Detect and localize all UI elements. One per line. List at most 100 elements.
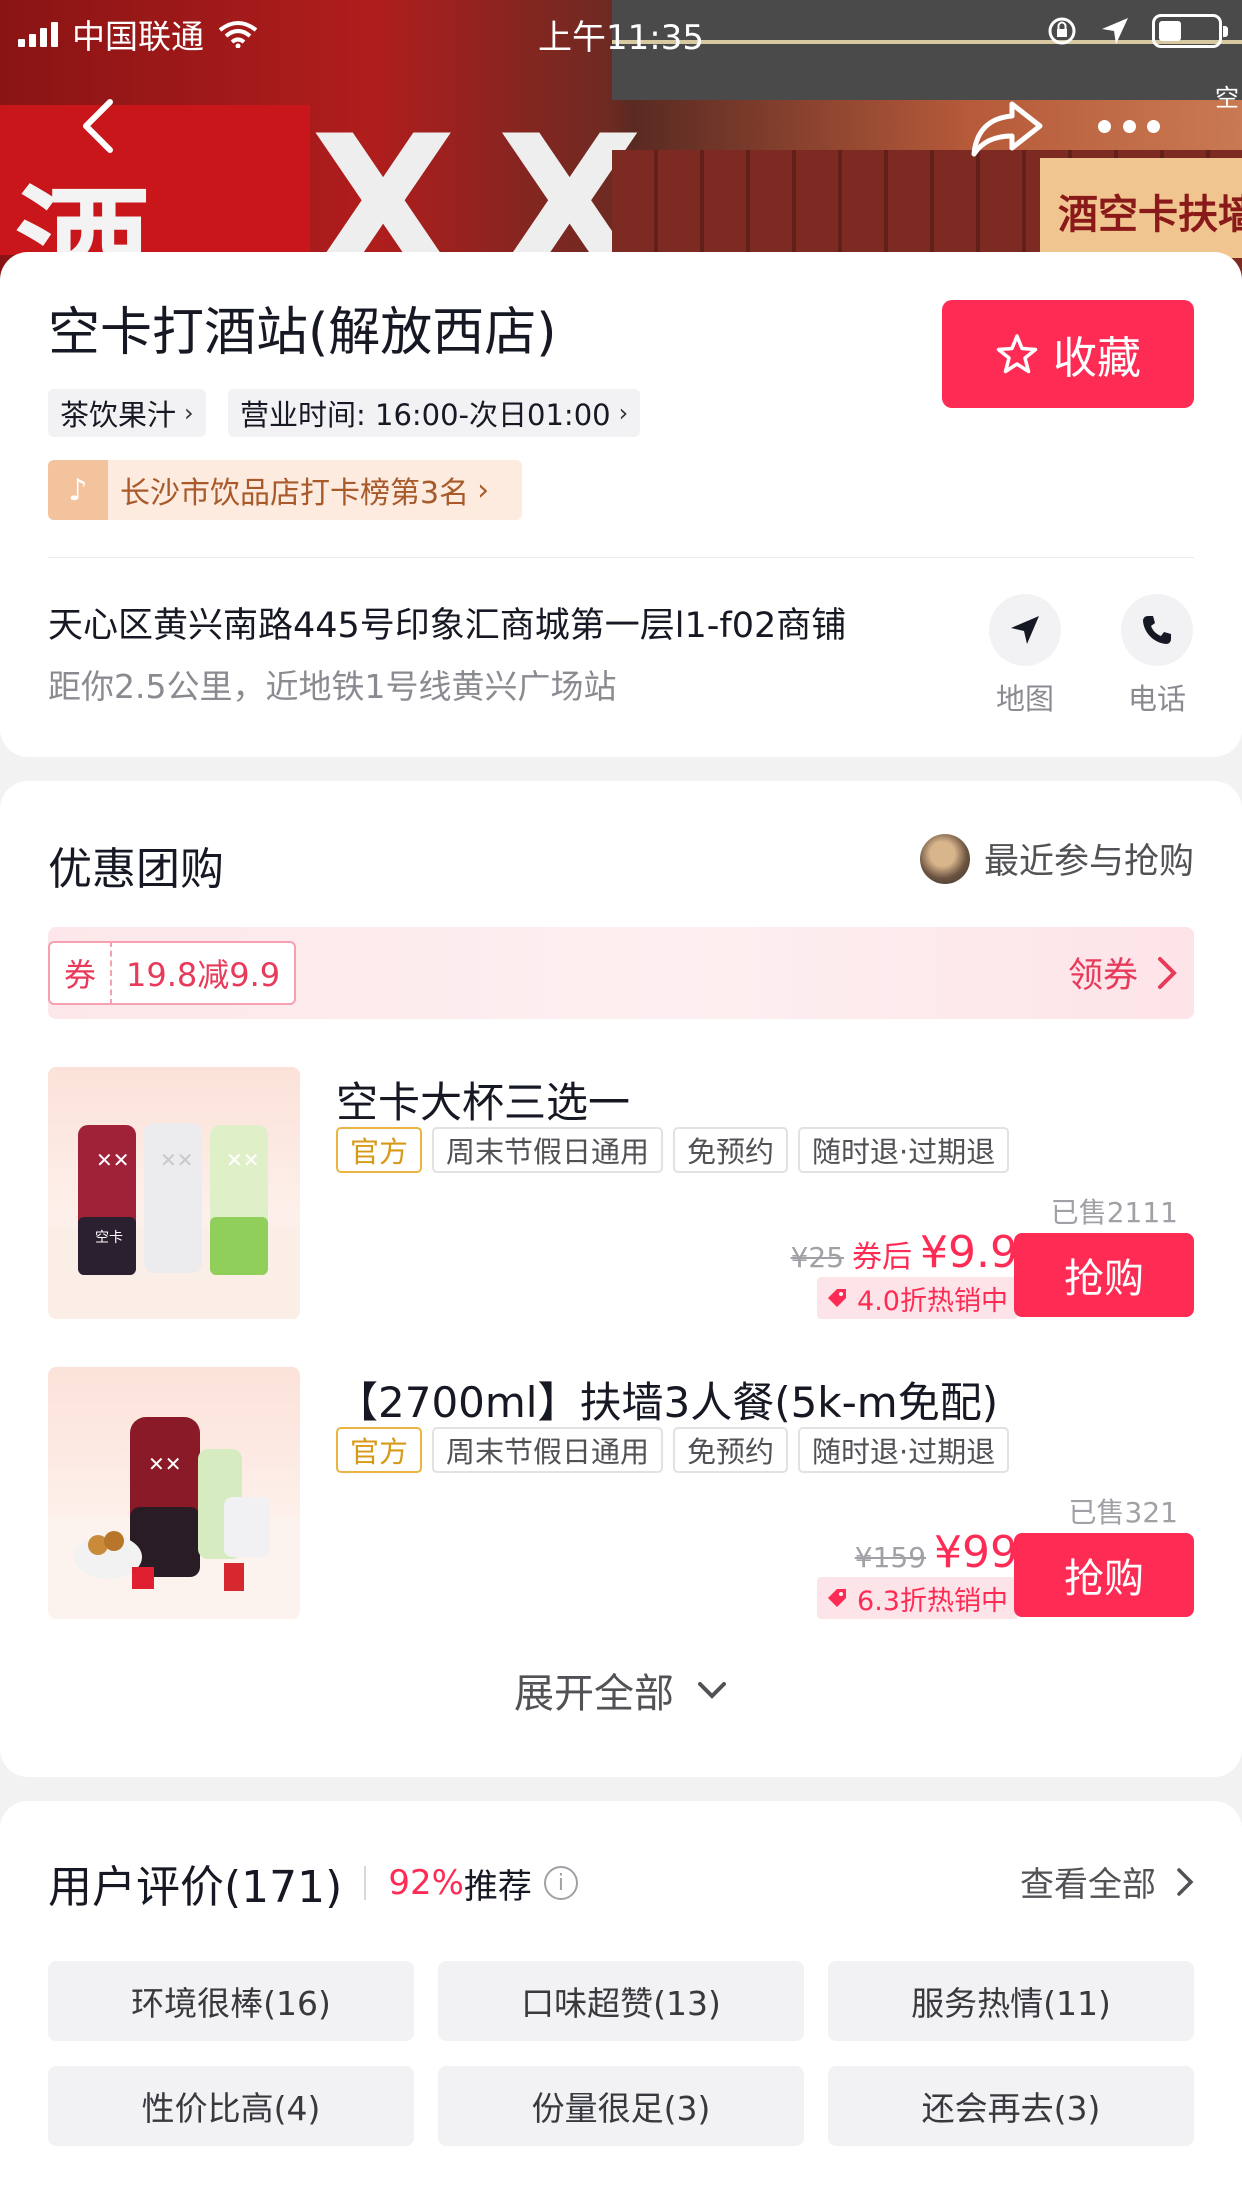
chevron-right-icon <box>1158 956 1177 989</box>
rank-badge[interactable]: ♪ 长沙市饮品店打卡榜第3名 › <box>48 460 522 520</box>
original-price: ¥25 <box>790 1241 845 1274</box>
back-icon[interactable] <box>76 96 128 156</box>
deal-title: 【2700ml】扶墙3人餐(5k-m免配) <box>336 1378 999 1427</box>
rotation-lock-icon <box>1048 17 1076 45</box>
svg-text:✕✕: ✕✕ <box>96 1148 130 1172</box>
phone-icon <box>1143 616 1171 644</box>
svg-text:✕✕: ✕✕ <box>226 1148 260 1172</box>
store-name: 空卡打酒站(解放西店) <box>48 303 557 363</box>
review-tag[interactable]: 性价比高(4) <box>48 2066 414 2146</box>
reviews-card: 用户评价(171) 92% 推荐 i 查看全部 环境很棒(16) 口味超赞(13… <box>0 1801 1242 2208</box>
recommend-percent: 92% <box>388 1863 464 1903</box>
recommend-label: 推荐 <box>463 1866 532 1907</box>
deal-tag: 随时退·过期退 <box>798 1427 1010 1473</box>
chevron-right-icon: › <box>477 472 490 508</box>
deal-price: ¥9.9 <box>920 1227 1018 1278</box>
view-all-reviews-link[interactable]: 查看全部 <box>1020 1857 1194 1906</box>
douyin-logo-icon: ♪ <box>48 460 108 520</box>
chevron-right-icon: › <box>184 399 194 427</box>
map-label: 地图 <box>995 682 1054 716</box>
category-label: 茶饮果汁 <box>60 398 177 432</box>
view-all-label: 查看全部 <box>1020 1865 1156 1905</box>
deal-tag: 周末节假日通用 <box>432 1127 664 1173</box>
divider <box>48 557 1194 558</box>
store-address[interactable]: 天心区黄兴南路445号印象汇商城第一层l1-f02商铺 <box>48 597 846 648</box>
price-line: ¥159 ¥99 <box>855 1527 1018 1578</box>
buy-button[interactable]: 抢购 <box>1014 1233 1194 1317</box>
review-tag[interactable]: 还会再去(3) <box>828 2066 1194 2146</box>
price-line: ¥25 券后 ¥9.9 <box>791 1227 1018 1278</box>
coupon-amount: 19.8减9.9 <box>126 956 281 994</box>
phone-label: 电话 <box>1127 682 1186 716</box>
discount-label: 6.3折热销中 <box>857 1585 1008 1617</box>
svg-text:✕✕: ✕✕ <box>148 1452 182 1476</box>
get-coupon-button[interactable]: 领券 <box>1068 947 1178 998</box>
price-tag-icon <box>828 1589 847 1607</box>
chevron-down-icon <box>698 1682 726 1699</box>
deal-tag-official: 官方 <box>336 1427 423 1473</box>
review-tag[interactable]: 份量很足(3) <box>438 2066 804 2146</box>
get-coupon-label: 领券 <box>1067 956 1138 996</box>
deal-image: ✕✕ ✕✕ ✕✕ 空卡 <box>48 1067 300 1319</box>
favorite-button[interactable]: 收藏 <box>942 300 1194 408</box>
after-coupon-label: 券后 <box>852 1240 913 1275</box>
combo-illustration: ✕✕ <box>48 1417 300 1619</box>
discount-badge: 4.0折热销中 <box>817 1277 1018 1319</box>
deal-title: 空卡大杯三选一 <box>336 1078 631 1127</box>
buy-button[interactable]: 抢购 <box>1014 1533 1194 1617</box>
coupon-tag-label: 券 <box>50 941 113 1005</box>
star-icon <box>996 334 1038 374</box>
coupon-bar[interactable]: 券 19.8减9.9 领券 <box>48 927 1194 1019</box>
can-label: 空卡 <box>95 1230 123 1246</box>
deal-item[interactable]: ✕✕ 【2700ml】扶墙3人餐(5k-m免配) 官方 周末节假日通用 免预约 … <box>0 1367 1242 1627</box>
map-button[interactable]: 地图 <box>987 594 1063 718</box>
avatar <box>919 833 970 884</box>
review-tag[interactable]: 环境很棒(16) <box>48 1961 414 2041</box>
favorite-label: 收藏 <box>1053 333 1141 384</box>
info-icon[interactable]: i <box>543 1866 578 1900</box>
coupon-tag: 券 19.8减9.9 <box>48 941 297 1005</box>
hours-label: 营业时间: 16:00-次日01:00 <box>240 398 611 432</box>
original-price: ¥159 <box>854 1541 927 1574</box>
hours-chip[interactable]: 营业时间: 16:00-次日01:00 › <box>228 389 641 437</box>
battery-icon <box>1152 14 1228 48</box>
chevron-right-icon <box>1177 1867 1194 1896</box>
reviews-header: 用户评价(171) 92% 推荐 i <box>48 1851 578 1915</box>
status-bar: 中国联通 上午11:35 <box>0 0 1242 62</box>
sold-count: 已售321 <box>1068 1496 1178 1529</box>
reviews-title: 用户评价(171) <box>48 1862 343 1913</box>
more-icon[interactable] <box>1098 120 1160 136</box>
sold-count: 已售2111 <box>1050 1196 1178 1229</box>
price-tag-icon <box>828 1289 847 1307</box>
review-tag[interactable]: 服务热情(11) <box>828 1961 1194 2041</box>
deal-image: ✕✕ <box>48 1367 300 1619</box>
deal-tag: 随时退·过期退 <box>798 1127 1010 1173</box>
deal-tag: 周末节假日通用 <box>432 1427 664 1473</box>
category-chip[interactable]: 茶饮果汁 › <box>48 389 206 437</box>
phone-button[interactable]: 电话 <box>1119 594 1195 718</box>
deal-tags: 官方 周末节假日通用 免预约 随时退·过期退 <box>336 1127 1010 1173</box>
recent-buyers[interactable]: 最近参与抢购 <box>919 833 1194 884</box>
expand-all-button[interactable]: 展开全部 <box>0 1661 1242 1719</box>
discount-label: 4.0折热销中 <box>857 1285 1008 1317</box>
location-icon <box>1102 18 1128 44</box>
store-info-card: 空卡打酒站(解放西店) 收藏 茶饮果汁 › 营业时间: 16:00-次日01:00… <box>0 252 1242 757</box>
discount-badge: 6.3折热销中 <box>817 1577 1018 1619</box>
wall-banner-text: 酒空卡扶墙 <box>1058 192 1242 238</box>
deal-tag-official: 官方 <box>336 1127 423 1173</box>
expand-all-label: 展开全部 <box>514 1671 674 1717</box>
deals-title: 优惠团购 <box>48 844 224 895</box>
group-deals-card: 优惠团购 最近参与抢购 券 19.8减9.9 领券 ✕✕ ✕✕ ✕✕ 空卡 空卡… <box>0 781 1242 1777</box>
deal-item[interactable]: ✕✕ ✕✕ ✕✕ 空卡 空卡大杯三选一 官方 周末节假日通用 免预约 随时退·过… <box>0 1067 1242 1327</box>
share-icon[interactable] <box>970 98 1046 158</box>
cans-illustration: ✕✕ ✕✕ ✕✕ 空卡 <box>48 1123 300 1319</box>
navigation-arrow-icon <box>1011 616 1039 644</box>
deal-price: ¥99 <box>934 1527 1018 1578</box>
recent-buyers-label: 最近参与抢购 <box>983 842 1194 882</box>
svg-text:✕✕: ✕✕ <box>160 1148 194 1172</box>
review-tag[interactable]: 口味超赞(13) <box>438 1961 804 2041</box>
divider <box>364 1866 367 1900</box>
deal-tag: 免预约 <box>673 1427 789 1473</box>
rank-label: 长沙市饮品店打卡榜第3名 <box>120 476 470 511</box>
store-distance: 距你2.5公里，近地铁1号线黄兴广场站 <box>48 667 617 706</box>
